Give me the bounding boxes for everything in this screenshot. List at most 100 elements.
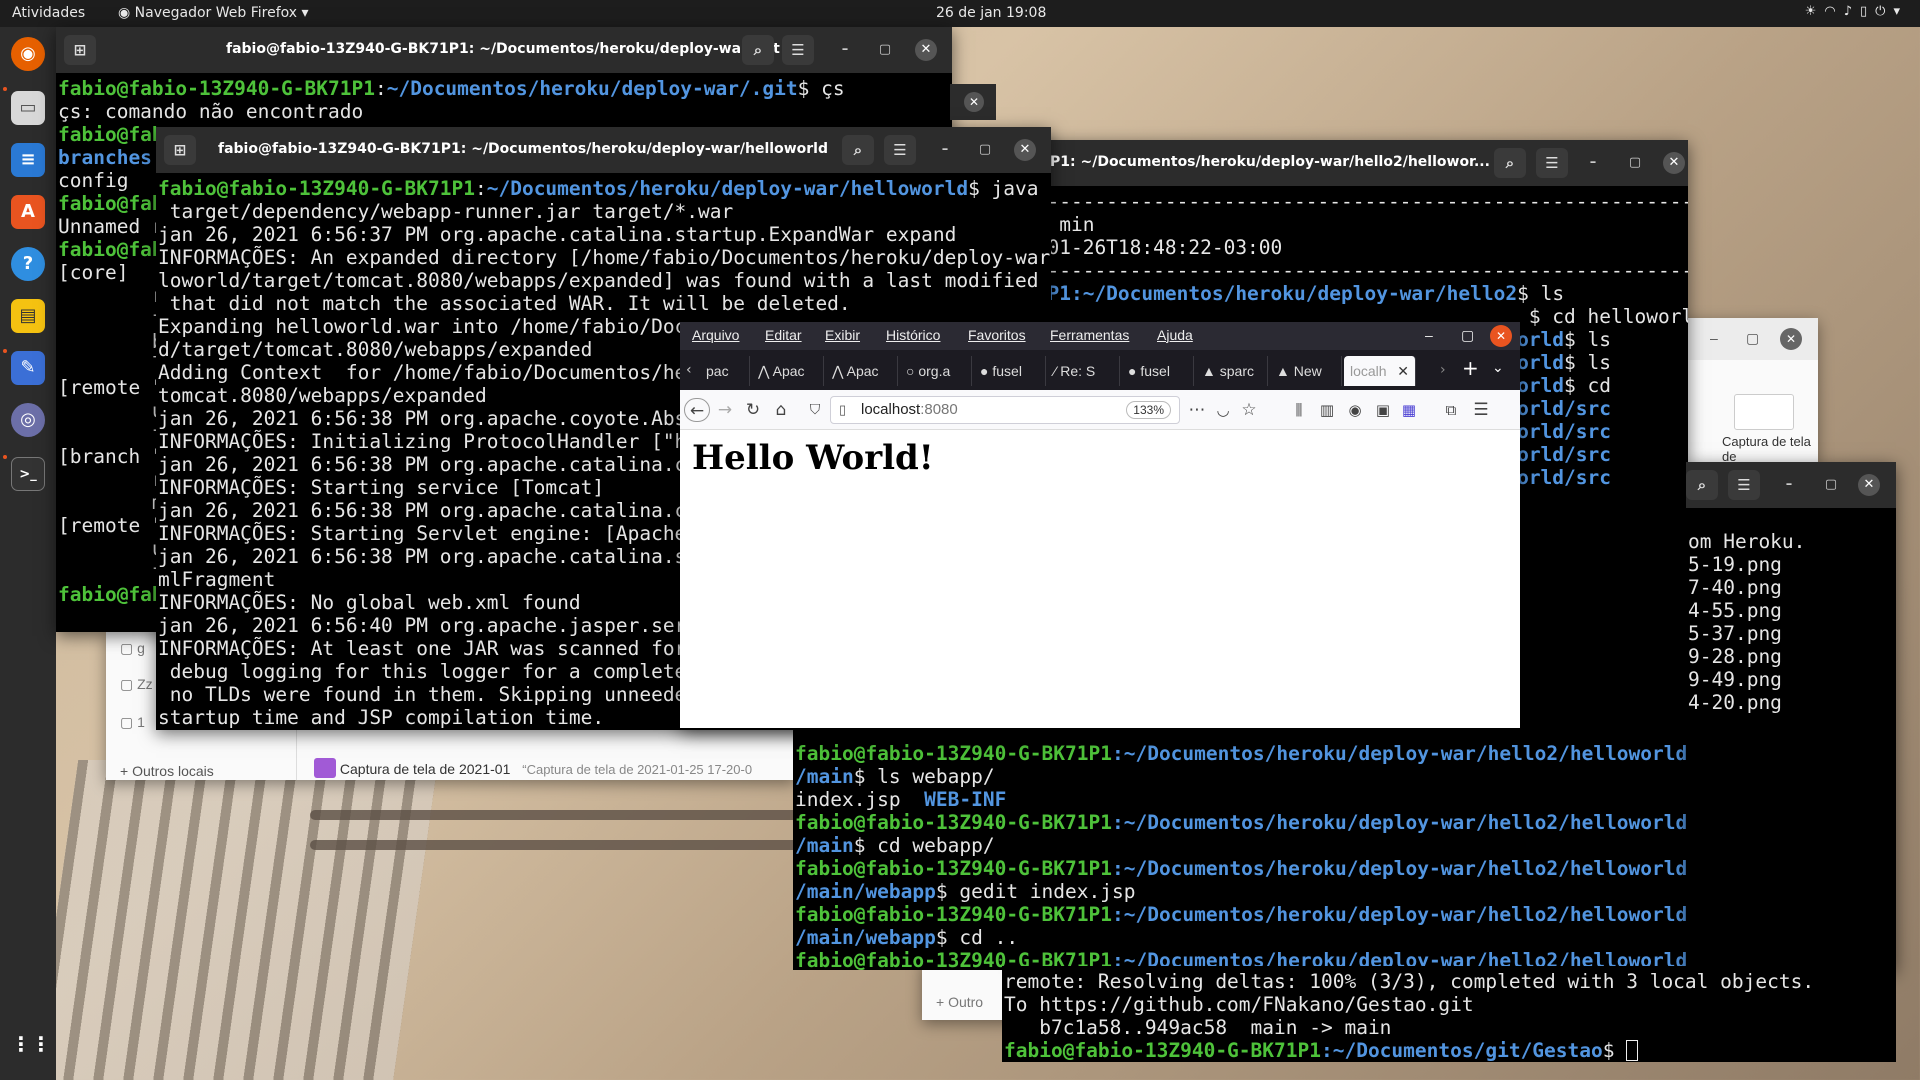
search-icon[interactable]: ⌕ (1494, 148, 1526, 178)
reload-icon[interactable]: ↻ (740, 398, 766, 422)
search-icon[interactable]: ⌕ (742, 35, 774, 65)
close-tab-chip[interactable]: ✕ (950, 84, 996, 120)
minimize-button[interactable]: – (934, 139, 956, 161)
home-icon[interactable]: ⌂ (768, 398, 794, 422)
maximize-button[interactable]: ▢ (1461, 327, 1474, 344)
page-info-icon[interactable]: ▯ (839, 397, 846, 423)
close-button[interactable]: ✕ (915, 39, 937, 61)
maximize-button[interactable]: ▢ (974, 139, 996, 161)
thumbnail[interactable] (1734, 394, 1794, 430)
tracking-protection-icon[interactable]: ⛉ (802, 398, 828, 422)
tab[interactable]: ● fusel (974, 356, 1046, 386)
sidebar-stub[interactable]: ▢ Zz (120, 676, 153, 693)
terminal-window-hello2-bottom[interactable]: fabio@fabio-13Z940-G-BK71P1:~/Documentos… (793, 718, 1688, 970)
sticky-notes-icon[interactable]: ▤ (11, 299, 45, 333)
pocket-icon[interactable]: ◡ (1210, 398, 1236, 422)
hamburger-menu-icon[interactable]: ☰ (1468, 398, 1494, 422)
tab[interactable]: pac (700, 356, 750, 386)
minimize-button[interactable]: – (834, 39, 856, 61)
screenshot-icon[interactable]: ◎ (11, 403, 45, 437)
app-menu[interactable]: ◉ Navegador Web Firefox ▾ (118, 5, 309, 21)
tab-active[interactable]: localh ✕ (1344, 356, 1416, 386)
sidebar-icon[interactable]: ▥ (1314, 398, 1340, 422)
system-tray[interactable]: ☀◠♪▯⏻▾ (1805, 4, 1908, 19)
address-bar[interactable]: ▯ localhost:8080 133% (830, 396, 1180, 424)
maximize-button[interactable]: ▢ (1746, 330, 1759, 347)
menu-view[interactable]: Exibir (825, 327, 860, 343)
file-row[interactable]: Captura de tela de 2021-01 “Captura de t… (314, 758, 752, 778)
new-tab-button[interactable]: ⊞ (64, 35, 96, 65)
files-icon[interactable]: ▭ (11, 91, 45, 125)
close-button[interactable]: ✕ (1490, 325, 1512, 347)
title-bar[interactable]: ⊞ fabio@fabio-13Z940-G-BK71P1: ~/Documen… (156, 127, 1051, 173)
clipboard-icon[interactable]: ▣ (1370, 398, 1396, 422)
menu-bookmarks[interactable]: Favoritos (968, 327, 1026, 343)
tab-scroll-right-icon[interactable]: › (1440, 362, 1446, 378)
show-applications-icon[interactable]: ⋮⋮ (11, 1027, 51, 1061)
terminal-output[interactable]: fabio@fabio-13Z940-G-BK71P1:~/Documentos… (793, 738, 1688, 970)
terminal-window-gestao[interactable]: ⌕ ☰ – ▢ ✕ om Heroku. 5-19.png 7-40.png 4-55… (1686, 462, 1896, 970)
extensions-icon[interactable]: ⧉ (1438, 398, 1464, 422)
translate-icon[interactable]: ▦ (1396, 398, 1422, 422)
close-button[interactable]: ✕ (1663, 152, 1685, 174)
firefox-icon[interactable]: ◉ (11, 37, 45, 71)
forward-icon[interactable]: → (712, 398, 738, 422)
hamburger-menu-icon[interactable]: ☰ (884, 135, 916, 165)
close-button[interactable]: ✕ (1858, 474, 1880, 496)
terminal-icon[interactable]: >_ (11, 457, 45, 491)
search-icon[interactable]: ⌕ (842, 135, 874, 165)
back-icon[interactable]: ← (684, 398, 710, 422)
hamburger-menu-icon[interactable]: ☰ (1536, 148, 1568, 178)
sidebar-stub[interactable]: ▢ g (120, 640, 145, 657)
page-actions-icon[interactable]: ⋯ (1184, 398, 1210, 422)
account-icon[interactable]: ◉ (1342, 398, 1368, 422)
menu-file[interactable]: Arquivo (692, 327, 739, 343)
other-places-button[interactable]: + Outro (936, 994, 983, 1010)
search-icon[interactable]: ⌕ (1686, 470, 1718, 500)
maximize-button[interactable]: ▢ (1820, 474, 1842, 496)
tab[interactable]: ⁄ Re: S (1048, 356, 1120, 386)
tab[interactable]: ▲ New (1270, 356, 1342, 386)
menu-help[interactable]: Ajuda (1157, 327, 1193, 343)
writer-icon[interactable]: ≡ (11, 143, 45, 177)
text-editor-icon[interactable]: ✎ (11, 351, 45, 385)
hamburger-menu-icon[interactable]: ☰ (782, 35, 814, 65)
bookmark-star-icon[interactable]: ☆ (1236, 398, 1262, 422)
hamburger-menu-icon[interactable]: ☰ (1728, 470, 1760, 500)
terminal-output[interactable]: om Heroku. 5-19.png 7-40.png 4-55.png 5-37.p… (1686, 526, 1896, 970)
terminal-output[interactable]: remote: Resolving deltas: 100% (3/3), co… (1002, 966, 1896, 1062)
minimize-button[interactable]: – (1582, 152, 1604, 174)
tab[interactable]: ⋀ Apac (752, 356, 824, 386)
sidebar-item-other-locations[interactable]: + Outros locais (120, 763, 214, 779)
title-bar[interactable]: P1: ~/Documentos/heroku/deploy-war/hello… (1022, 140, 1688, 186)
terminal-window-gestao-bottom[interactable]: remote: Resolving deltas: 100% (3/3), co… (1002, 966, 1896, 1062)
title-bar[interactable]: ⌕ ☰ – ▢ ✕ (1686, 462, 1896, 508)
minimize-button[interactable]: – (1710, 330, 1718, 346)
help-icon[interactable]: ? (11, 247, 45, 281)
minimize-button[interactable]: – (1425, 327, 1433, 343)
firefox-window[interactable]: Arquivo Editar Exibir Histórico Favorito… (680, 322, 1520, 728)
tab[interactable]: ● fusel (1122, 356, 1194, 386)
tab[interactable]: ○ org.a (900, 356, 972, 386)
maximize-button[interactable]: ▢ (874, 39, 896, 61)
close-tab-icon[interactable]: ✕ (1397, 356, 1409, 386)
close-button[interactable]: ✕ (1014, 139, 1036, 161)
sidebar-stub[interactable]: ▢ 1 (120, 714, 145, 731)
tab[interactable]: ⋀ Apac (826, 356, 898, 386)
tab[interactable]: ▲ sparc (1196, 356, 1268, 386)
tab-scroll-left-icon[interactable]: ‹ (686, 362, 692, 378)
software-center-icon[interactable]: A (11, 195, 45, 229)
activities-button[interactable]: Atividades (12, 5, 85, 21)
minimize-button[interactable]: – (1778, 474, 1800, 496)
new-tab-icon[interactable]: + (1462, 356, 1479, 380)
new-tab-button[interactable]: ⊞ (164, 135, 196, 165)
menu-edit[interactable]: Editar (765, 327, 802, 343)
close-button[interactable]: ✕ (1780, 328, 1802, 350)
maximize-button[interactable]: ▢ (1624, 152, 1646, 174)
library-icon[interactable]: ⫼ (1286, 398, 1312, 422)
list-all-tabs-icon[interactable]: ⌄ (1492, 360, 1504, 376)
menu-tools[interactable]: Ferramentas (1050, 327, 1129, 343)
title-bar[interactable]: ⊞ fabio@fabio-13Z940-G-BK71P1: ~/Documen… (56, 27, 952, 73)
menu-history[interactable]: Histórico (886, 327, 940, 343)
clock[interactable]: 26 de jan 19:08 (936, 5, 1046, 21)
